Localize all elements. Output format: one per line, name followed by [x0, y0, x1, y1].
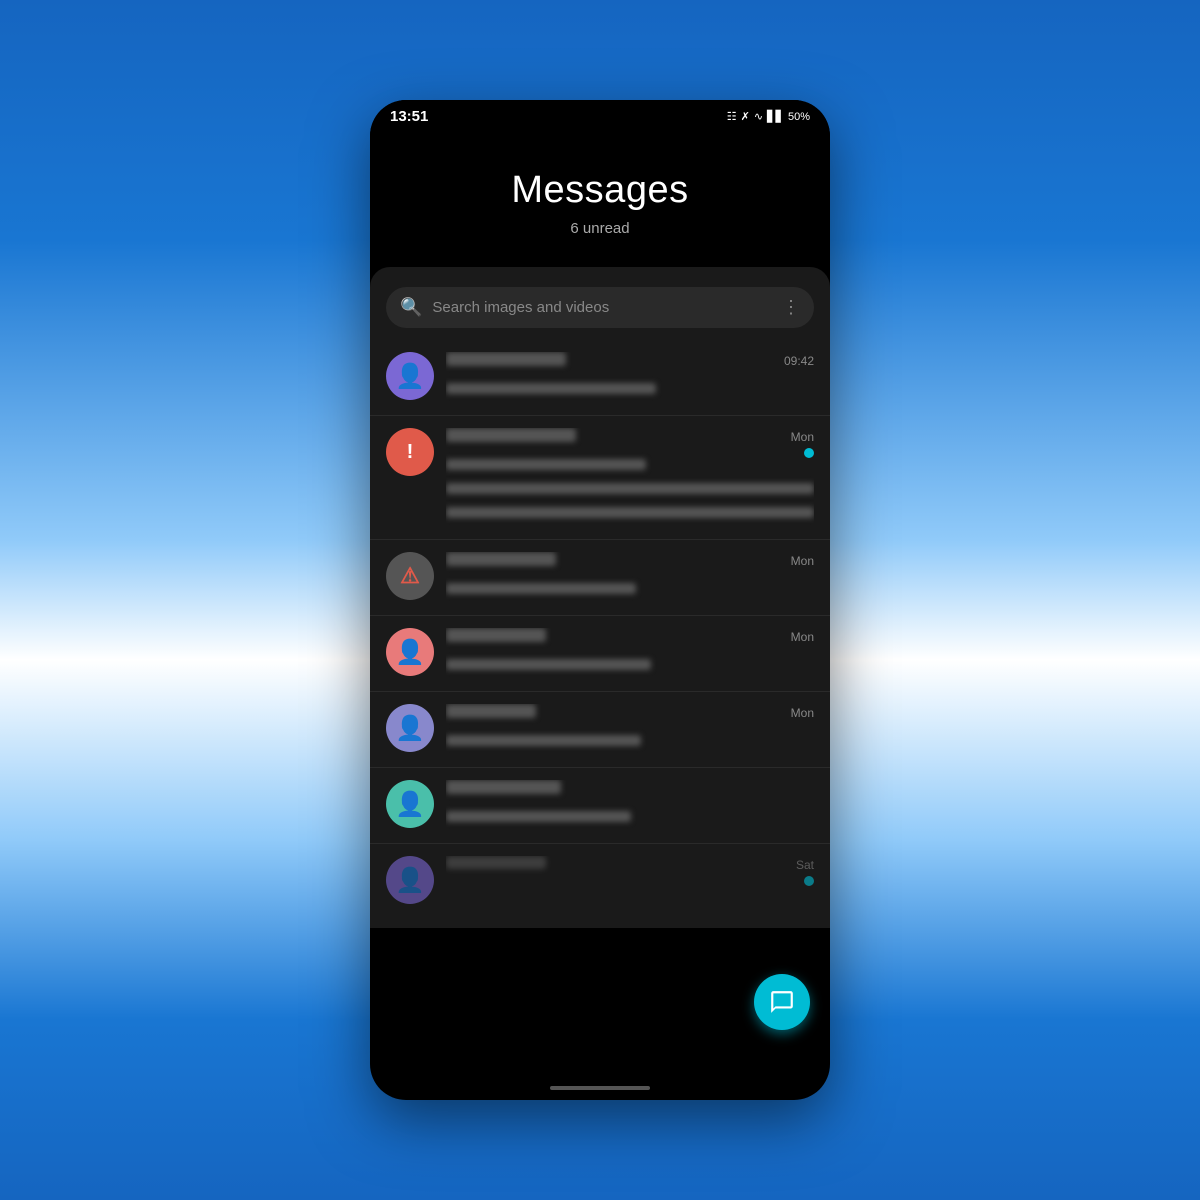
message-meta: Mon	[791, 430, 814, 458]
person-icon: 👤	[395, 866, 425, 895]
message-sender	[446, 428, 576, 442]
content-area: 🔍 Search images and videos ⋮ 👤 09:42	[370, 267, 830, 928]
avatar: 👤	[386, 704, 434, 752]
message-item[interactable]: 👤 Sat	[370, 844, 830, 916]
status-bar: 13:51 ☷ ✗ ∿ ▋▋ 50%	[370, 100, 830, 129]
message-time: Mon	[791, 430, 814, 444]
message-time: Mon	[791, 554, 814, 568]
message-preview-line3	[446, 507, 814, 518]
message-sender	[446, 628, 546, 642]
app-title: Messages	[390, 169, 810, 212]
avatar: 👤	[386, 780, 434, 828]
status-time: 13:51	[390, 108, 428, 125]
message-preview-line1	[446, 735, 641, 746]
person-icon: 👤	[395, 638, 425, 667]
message-item[interactable]: 👤 Mon	[370, 692, 830, 768]
message-content	[446, 704, 814, 755]
avatar: ⚠	[386, 552, 434, 600]
message-item[interactable]: 👤 09:42	[370, 340, 830, 416]
message-content	[446, 352, 814, 403]
avatar: 👤	[386, 628, 434, 676]
avatar: !	[386, 428, 434, 476]
message-content	[446, 628, 814, 679]
signal-icon: ▋▋	[767, 110, 784, 123]
search-bar[interactable]: 🔍 Search images and videos ⋮	[386, 287, 814, 328]
message-preview-line2	[446, 483, 814, 494]
warning-icon: !	[407, 441, 414, 464]
message-time: Mon	[791, 630, 814, 644]
message-item[interactable]: ⚠ Mon	[370, 540, 830, 616]
message-sender	[446, 856, 546, 869]
message-sender	[446, 352, 566, 366]
message-content	[446, 552, 814, 603]
message-sender	[446, 780, 561, 794]
message-meta: 09:42	[784, 354, 814, 368]
message-content	[446, 856, 814, 880]
message-item[interactable]: 👤	[370, 768, 830, 844]
message-preview-line1	[446, 383, 656, 394]
message-content	[446, 780, 814, 831]
compose-fab[interactable]	[754, 974, 810, 1030]
person-icon: 👤	[395, 790, 425, 819]
message-meta: Mon	[791, 630, 814, 644]
bluetooth-icon: ✗	[741, 110, 750, 123]
message-sender	[446, 704, 536, 718]
message-meta: Sat	[796, 858, 814, 886]
person-icon: 👤	[395, 714, 425, 743]
scroll-indicator	[550, 1086, 650, 1090]
message-meta: Mon	[791, 706, 814, 720]
notification-icon: ☷	[727, 110, 737, 123]
header-area: Messages 6 unread	[370, 129, 830, 267]
wifi-icon: ∿	[754, 110, 763, 123]
battery-status: 50%	[788, 111, 810, 123]
message-preview-line1	[446, 811, 631, 822]
unread-count: 6 unread	[390, 220, 810, 237]
message-time: Sat	[796, 858, 814, 872]
compose-icon	[769, 989, 795, 1015]
status-icons: ☷ ✗ ∿ ▋▋ 50%	[727, 110, 810, 123]
phone-frame: 13:51 ☷ ✗ ∿ ▋▋ 50% Messages 6 unread 🔍 S…	[370, 100, 830, 1100]
message-list: 👤 09:42 !	[370, 340, 830, 916]
warning-icon: ⚠	[400, 563, 420, 589]
avatar: 👤	[386, 352, 434, 400]
message-preview-line1	[446, 659, 651, 670]
person-icon: 👤	[395, 362, 425, 391]
message-item[interactable]: 👤 Mon	[370, 616, 830, 692]
avatar: 👤	[386, 856, 434, 904]
message-time: Mon	[791, 706, 814, 720]
message-item[interactable]: ! Mon	[370, 416, 830, 540]
search-placeholder: Search images and videos	[432, 299, 772, 316]
unread-indicator	[804, 448, 814, 458]
search-icon: 🔍	[400, 297, 422, 318]
message-sender	[446, 552, 556, 566]
unread-indicator	[804, 876, 814, 886]
message-preview-line1	[446, 583, 636, 594]
message-content	[446, 428, 814, 527]
message-time: 09:42	[784, 354, 814, 368]
message-preview-line1	[446, 459, 646, 470]
more-options-icon[interactable]: ⋮	[782, 297, 800, 318]
message-meta: Mon	[791, 554, 814, 568]
